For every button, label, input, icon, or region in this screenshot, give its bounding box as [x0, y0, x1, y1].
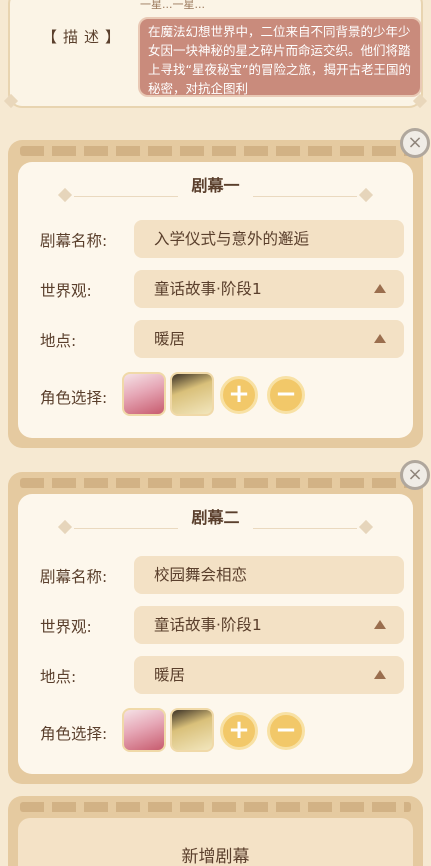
add-role-button[interactable]: + [220, 376, 258, 414]
card-decoration [20, 478, 411, 488]
card-decoration [20, 802, 411, 812]
world-label: 世界观: [40, 618, 92, 636]
act-name-input[interactable]: 校园舞会相恋 [134, 556, 404, 594]
divider [74, 196, 178, 197]
divider [74, 528, 178, 529]
location-value: 暖居 [154, 666, 186, 684]
description-label: 【描述】 [42, 28, 127, 46]
act-name-label: 剧幕名称: [40, 568, 108, 586]
location-row: 地点: 暖居 [18, 320, 413, 358]
role-avatar[interactable] [122, 372, 166, 416]
remove-role-button[interactable]: − [267, 712, 305, 750]
location-row: 地点: 暖居 [18, 656, 413, 694]
roles-row: 角色选择: + − [18, 708, 413, 754]
role-avatar[interactable] [170, 708, 214, 752]
corner-star-icon [3, 93, 19, 109]
description-text[interactable]: 在魔法幻想世界中，二位来自不同背景的少年少女因一块神秘的星之碎片而命运交织。他们… [138, 17, 422, 97]
close-icon[interactable]: × [400, 128, 430, 158]
act-card-2-body: 剧幕二 剧幕名称: 校园舞会相恋 世界观: 童话故事·阶段1 地点: 暖居 角色… [18, 494, 413, 774]
act-name-row: 剧幕名称: 入学仪式与意外的邂逅 [18, 220, 413, 258]
caret-up-icon [374, 670, 386, 679]
remove-role-button[interactable]: − [267, 376, 305, 414]
location-select[interactable]: 暖居 [134, 320, 404, 358]
caret-up-icon [374, 620, 386, 629]
world-label: 世界观: [40, 282, 92, 300]
roles-label: 角色选择: [40, 725, 108, 743]
world-select[interactable]: 童话故事·阶段1 [134, 270, 404, 308]
location-label: 地点: [40, 668, 77, 686]
add-act-label: 新增剧幕 [181, 847, 250, 866]
close-icon[interactable]: × [400, 460, 430, 490]
roles-label: 角色选择: [40, 389, 108, 407]
caret-up-icon [374, 334, 386, 343]
divider [253, 196, 357, 197]
world-value: 童话故事·阶段1 [154, 616, 262, 634]
location-label: 地点: [40, 332, 77, 350]
world-row: 世界观: 童话故事·阶段1 [18, 270, 413, 308]
act-card-2: 剧幕二 剧幕名称: 校园舞会相恋 世界观: 童话故事·阶段1 地点: 暖居 角色… [8, 472, 423, 784]
role-avatar[interactable] [122, 708, 166, 752]
roles-row: 角色选择: + − [18, 372, 413, 418]
act-name-label: 剧幕名称: [40, 232, 108, 250]
world-value: 童话故事·阶段1 [154, 280, 262, 298]
caret-up-icon [374, 284, 386, 293]
act-name-row: 剧幕名称: 校园舞会相恋 [18, 556, 413, 594]
description-top-fragment: 一星...一星... [140, 0, 205, 11]
description-card: 一星...一星... 【描述】 在魔法幻想世界中，二位来自不同背景的少年少女因一… [3, 0, 428, 109]
act-card-1-body: 剧幕一 剧幕名称: 入学仪式与意外的邂逅 世界观: 童话故事·阶段1 地点: 暖… [18, 162, 413, 438]
add-role-button[interactable]: + [220, 712, 258, 750]
act-title: 剧幕二 [191, 508, 240, 527]
location-value: 暖居 [154, 330, 186, 348]
add-act-button[interactable]: 新增剧幕 [18, 818, 413, 866]
add-act-card: 新增剧幕 [8, 796, 423, 866]
role-avatar[interactable] [170, 372, 214, 416]
card-decoration [20, 146, 411, 156]
world-select[interactable]: 童话故事·阶段1 [134, 606, 404, 644]
act-name-input[interactable]: 入学仪式与意外的邂逅 [134, 220, 404, 258]
act-card-1: 剧幕一 剧幕名称: 入学仪式与意外的邂逅 世界观: 童话故事·阶段1 地点: 暖… [8, 140, 423, 448]
world-row: 世界观: 童话故事·阶段1 [18, 606, 413, 644]
divider [253, 528, 357, 529]
act-title: 剧幕一 [191, 176, 240, 195]
location-select[interactable]: 暖居 [134, 656, 404, 694]
